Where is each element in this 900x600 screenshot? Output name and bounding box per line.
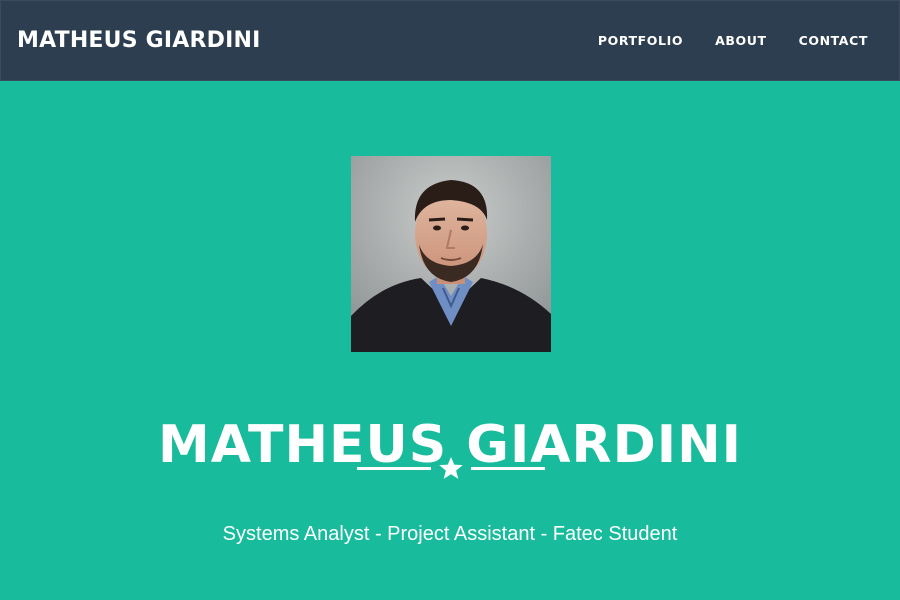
navbar: MATHEUS GIARDINI PORTFOLIO ABOUT CONTACT <box>0 0 900 81</box>
star-icon <box>439 457 463 479</box>
nav-portfolio-link[interactable]: PORTFOLIO <box>598 33 683 49</box>
hero-subtitle: Systems Analyst - Project Assistant - Fa… <box>222 523 678 545</box>
hero-section: MATHEUS GIARDINI Systems Analyst - Proje… <box>0 81 900 600</box>
nav-about-link[interactable]: ABOUT <box>715 33 767 49</box>
divider-line-left <box>357 467 431 470</box>
divider-line-right <box>471 467 545 470</box>
profile-photo <box>351 156 551 352</box>
star-divider <box>357 457 545 479</box>
brand-logo-link[interactable]: MATHEUS GIARDINI <box>17 27 260 55</box>
main-nav: PORTFOLIO ABOUT CONTACT <box>566 33 868 49</box>
nav-contact-link[interactable]: CONTACT <box>799 33 868 49</box>
